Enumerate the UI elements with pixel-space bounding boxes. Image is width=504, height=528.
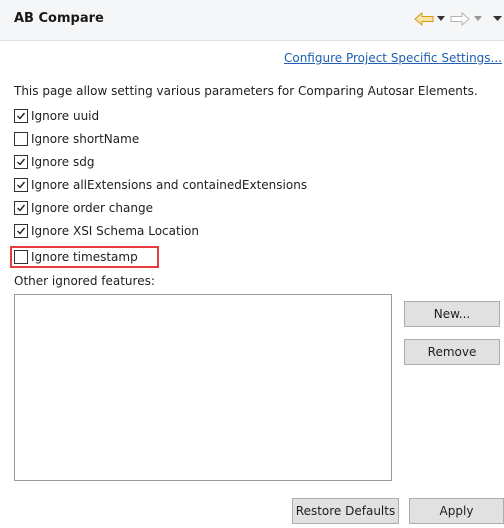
highlight-box — [10, 246, 159, 268]
ignore-order-change-option[interactable]: Ignore order change — [14, 199, 153, 217]
ignore-xsi-schema-location-label: Ignore XSI Schema Location — [31, 224, 199, 238]
page-title: AB Compare — [14, 11, 104, 26]
forward-arrow-icon[interactable] — [450, 9, 470, 29]
apply-button[interactable]: Apply — [409, 498, 504, 524]
ignore-xsi-schema-location-checkbox[interactable] — [14, 224, 28, 238]
other-ignored-features-label: Other ignored features: — [14, 274, 155, 288]
page-description: This page allow setting various paramete… — [14, 84, 478, 98]
view-menu-icon[interactable] — [493, 9, 502, 29]
ignore-uuid-checkbox[interactable] — [14, 109, 28, 123]
ignore-shortname-checkbox[interactable] — [14, 132, 28, 146]
ignore-uuid-label: Ignore uuid — [31, 109, 100, 123]
new-button[interactable]: New... — [404, 301, 500, 327]
ignore-shortname-label: Ignore shortName — [31, 132, 140, 146]
ignore-allextensions-label: Ignore allExtensions and containedExtens… — [31, 178, 308, 192]
remove-button[interactable]: Remove — [404, 339, 500, 365]
ignore-allextensions-checkbox[interactable] — [14, 178, 28, 192]
ignore-xsi-schema-location-option[interactable]: Ignore XSI Schema Location — [14, 222, 199, 240]
ignore-sdg-label: Ignore sdg — [31, 155, 95, 169]
back-menu-icon[interactable] — [437, 9, 445, 29]
ignore-sdg-checkbox[interactable] — [14, 155, 28, 169]
preference-page-header: AB Compare — [0, 0, 504, 41]
other-ignored-features-list[interactable] — [14, 294, 392, 481]
ignore-order-change-checkbox[interactable] — [14, 201, 28, 215]
ignore-uuid-option[interactable]: Ignore uuid — [14, 107, 99, 125]
configure-project-settings-link[interactable]: Configure Project Specific Settings... — [284, 51, 502, 65]
restore-defaults-button[interactable]: Restore Defaults — [292, 498, 399, 524]
ignore-allextensions-option[interactable]: Ignore allExtensions and containedExtens… — [14, 176, 307, 194]
forward-menu-icon[interactable] — [474, 9, 482, 29]
back-arrow-icon[interactable] — [414, 9, 434, 29]
ignore-shortname-option[interactable]: Ignore shortName — [14, 130, 139, 148]
ignore-order-change-label: Ignore order change — [31, 201, 153, 215]
ignore-sdg-option[interactable]: Ignore sdg — [14, 153, 94, 171]
